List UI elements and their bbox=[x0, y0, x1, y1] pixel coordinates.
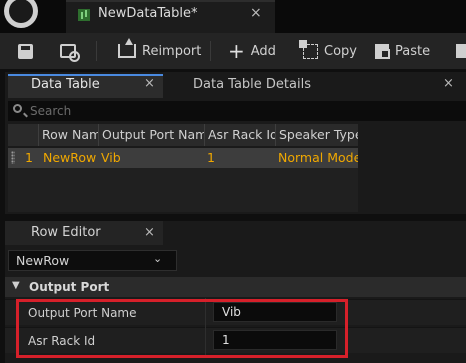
reimport-button[interactable]: Reimport bbox=[118, 33, 201, 69]
data-table-asset-icon bbox=[78, 9, 90, 21]
toolbar-divider bbox=[210, 41, 211, 61]
column-header-row-name[interactable]: Row Nam bbox=[38, 124, 98, 146]
reimport-label: Reimport bbox=[142, 43, 202, 59]
toolbar-divider bbox=[96, 41, 97, 61]
cell-output-port-name[interactable]: Vib bbox=[101, 148, 201, 168]
tab-data-table-details-close-icon[interactable]: × bbox=[443, 76, 454, 91]
column-header-asr-rack-id[interactable]: Asr Rack Id bbox=[204, 124, 275, 146]
column-header-output-port-name[interactable]: Output Port Name bbox=[98, 124, 204, 146]
paste-button[interactable]: Paste bbox=[375, 33, 430, 69]
cell-row-name[interactable]: NewRow bbox=[43, 148, 97, 168]
add-button[interactable]: + Add bbox=[228, 33, 276, 69]
drag-handle-icon[interactable] bbox=[11, 151, 15, 164]
tab-data-table-details[interactable]: Data Table Details bbox=[193, 77, 311, 92]
duplicate-button[interactable] bbox=[456, 33, 466, 69]
document-tab-close-icon[interactable]: × bbox=[250, 5, 262, 21]
category-label: Output Port bbox=[29, 280, 110, 294]
browse-icon bbox=[60, 44, 80, 62]
tab-row-editor-close-icon[interactable]: × bbox=[144, 225, 155, 240]
table-empty-area bbox=[8, 168, 358, 212]
paste-icon bbox=[375, 43, 390, 59]
tab-row-editor-label: Row Editor bbox=[31, 225, 101, 240]
search-icon bbox=[13, 104, 22, 113]
add-label: Add bbox=[250, 43, 276, 59]
document-tab-label: NewDataTable* bbox=[98, 6, 198, 21]
cell-speaker-type[interactable]: Normal Mode bbox=[278, 148, 358, 168]
tab-data-table-label: Data Table bbox=[31, 77, 100, 92]
plus-icon: + bbox=[228, 39, 245, 63]
highlight-annotation-box bbox=[16, 299, 348, 358]
search-input[interactable] bbox=[30, 101, 450, 121]
save-button[interactable] bbox=[18, 33, 33, 69]
cell-asr-rack-id[interactable]: 1 bbox=[207, 148, 273, 168]
tab-data-table-close-icon[interactable]: × bbox=[144, 76, 155, 91]
paste-label: Paste bbox=[395, 43, 431, 59]
copy-label: Copy bbox=[324, 43, 357, 59]
copy-button[interactable]: Copy bbox=[299, 33, 357, 69]
row-select-value: NewRow bbox=[16, 253, 70, 268]
browse-button[interactable] bbox=[60, 33, 80, 69]
save-icon bbox=[18, 43, 33, 59]
duplicate-icon bbox=[456, 44, 466, 58]
column-header-speaker-type[interactable]: Speaker Type bbox=[275, 124, 358, 146]
collapse-arrow-icon[interactable]: ▼ bbox=[12, 280, 20, 291]
reimport-icon bbox=[118, 38, 136, 58]
chevron-down-icon[interactable]: ⌄ bbox=[153, 252, 162, 265]
copy-icon bbox=[299, 39, 318, 59]
row-index: 1 bbox=[25, 150, 33, 165]
